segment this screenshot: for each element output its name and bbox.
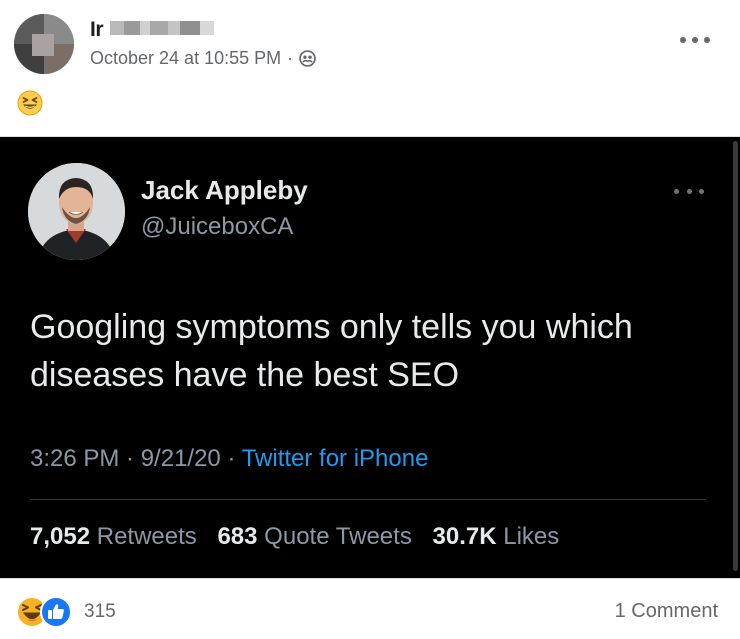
grinning-squinting-face-emoji — [17, 90, 43, 116]
tweet-source: Twitter for iPhone — [241, 445, 429, 472]
post-meta: October 24 at 10:55 PM · — [90, 48, 316, 69]
comments-link[interactable]: 1 Comment — [615, 600, 718, 623]
likes-count: 30.7K — [432, 523, 497, 550]
tweet-author-avatar — [28, 163, 125, 260]
author-name-redaction — [110, 21, 214, 35]
reactions-count: 315 — [84, 601, 116, 622]
author-avatar[interactable] — [14, 14, 74, 74]
tweet-stats: 7,052 Retweets 683 Quote Tweets 30.7K Li… — [30, 523, 559, 551]
tweet-author-photo — [28, 163, 125, 260]
tweet-screenshot[interactable]: Jack Appleby @JuiceboxCA Googling sympto… — [0, 136, 740, 579]
screenshot-scrollbar — [733, 141, 738, 571]
like-reaction-icon — [40, 596, 72, 628]
author-name[interactable]: Ir — [90, 18, 104, 42]
tweet-text: Googling symptoms only tells you which d… — [30, 308, 633, 394]
quote-tweets-label: Quote Tweets — [264, 523, 412, 550]
tweet-time: 3:26 PM · 9/21/20 · — [30, 445, 242, 472]
likes-label: Likes — [503, 523, 560, 550]
friends-audience-icon[interactable] — [299, 50, 316, 67]
post-timestamp[interactable]: October 24 at 10:55 PM — [90, 48, 281, 69]
tweet-more-icon — [674, 187, 704, 195]
tweet-timestamp-line: 3:26 PM · 9/21/20 · Twitter for iPhone — [30, 445, 428, 473]
meta-separator: · — [287, 48, 294, 68]
retweets-label: Retweets — [96, 523, 197, 550]
retweets-count: 7,052 — [30, 523, 91, 550]
tweet-divider — [30, 499, 706, 500]
tweet-handle: @JuiceboxCA — [141, 213, 294, 240]
post-header: Ir October 24 at 10:55 PM · — [0, 0, 740, 80]
reactions-summary[interactable]: 315 — [16, 595, 116, 629]
more-options-icon[interactable] — [680, 30, 710, 50]
quote-tweets-count: 683 — [217, 523, 258, 550]
tweet-display-name: Jack Appleby — [141, 175, 308, 205]
